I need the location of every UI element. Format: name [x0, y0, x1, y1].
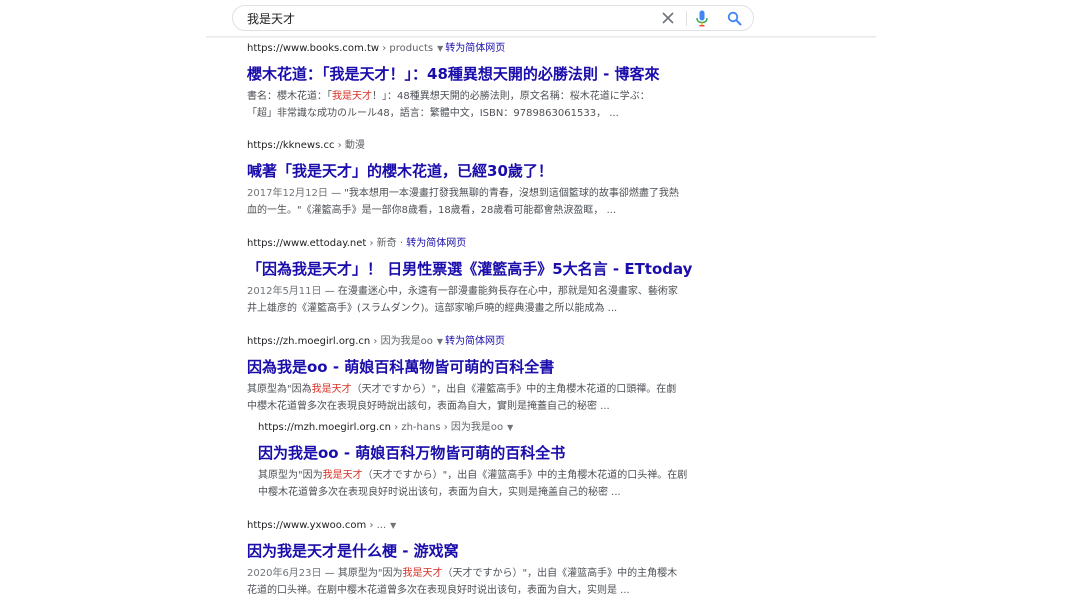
search-result: https://www.ettoday.net › 新奇 · 转为简体网页 「因… [247, 237, 717, 317]
snippet-line: 其原型为"因为我是天才（天才ですから）"，出自《灌篮高手》中的主角樱木花道的口头… [258, 467, 728, 484]
snippet-text: 其原型为"因为 [258, 470, 323, 481]
result-title-link[interactable]: 因为我是天才是什么梗 - 游戏窝 [247, 541, 717, 561]
snippet-line: 2012年5月11日 — 在漫畫迷心中，永遠有一部漫畫能夠長存在心中，那就是知名… [247, 283, 717, 300]
result-domain: https://kknews.cc [247, 140, 335, 151]
search-result-nested: https://mzh.moegirl.org.cn › zh-hans › 因… [258, 421, 728, 501]
result-snippet: 書名：櫻木花道：「我是天才！」：48種異想天開的必勝法則，原文名稱：桜木花道に学… [247, 88, 717, 122]
snippet-text: 書名：櫻木花道：「 [247, 91, 332, 102]
result-breadcrumb: › 新奇 [366, 238, 397, 249]
result-snippet: 2020年6月23日 — 其原型为"因为我是天才（天才ですから）"，出自《灌篮高… [247, 565, 717, 599]
snippet-text: 其原型為"因為 [247, 384, 312, 395]
snippet-highlight: 我是天才 [311, 384, 352, 395]
result-breadcrumb: › 因为我是oo [370, 336, 433, 347]
dropdown-triangle-icon[interactable]: ▼ [437, 44, 443, 53]
search-result: https://www.yxwoo.com › ... ▼ 因为我是天才是什么梗 … [247, 519, 717, 599]
close-icon[interactable] [661, 11, 675, 25]
result-breadcrumb: › zh-hans › 因为我是oo [390, 422, 504, 433]
result-snippet: 2017年12月12日 — "我本想用一本漫畫打發我無聊的青春，沒想到這個籃球的… [247, 185, 717, 219]
snippet-line: 血的一生。"《灌籃高手》是一部你8歲看，18歲看，28歲看可能都會熱淚盈眶， .… [247, 205, 617, 216]
header-divider [206, 36, 876, 38]
search-result: https://zh.moegirl.org.cn › 因为我是oo ▼ 转为简体网… [247, 335, 717, 415]
result-title-link[interactable]: 櫻木花道：「我是天才！」：48種異想天開的必勝法則 - 博客來 [247, 64, 717, 84]
snippet-line: 2020年6月23日 — 其原型为"因为我是天才（天才ですから）"，出自《灌篮高… [247, 565, 717, 582]
result-domain: https://www.ettoday.net [247, 238, 367, 249]
dropdown-triangle-icon[interactable]: ▼ [507, 423, 513, 432]
translate-link[interactable]: 转为简体网页 [445, 43, 505, 54]
result-url: https://www.yxwoo.com › ... ▼ [247, 519, 717, 533]
result-snippet: 其原型為"因為我是天才（天才ですから）"，出自《灌籃高手》中的主角櫻木花道的口頭… [247, 381, 717, 415]
result-domain: https://zh.moegirl.org.cn [247, 336, 371, 347]
result-breadcrumb: › 動漫 [334, 140, 365, 151]
mic-icon[interactable] [695, 10, 709, 27]
result-title-link[interactable]: 喊著「我是天才」的櫻木花道，已經30歲了！ [247, 161, 717, 181]
search-result: https://www.books.com.tw › products ▼ 转为简体… [247, 42, 717, 122]
search-header [0, 0, 1080, 37]
search-box [232, 5, 754, 31]
result-snippet: 2012年5月11日 — 在漫畫迷心中，永遠有一部漫畫能夠長存在心中，那就是知名… [247, 283, 717, 317]
dropdown-triangle-icon[interactable]: ▼ [390, 521, 396, 530]
divider [686, 11, 687, 26]
snippet-line: 井上雄彦的《灌籃高手》(スラムダンク)。這部家喻戶曉的經典漫畫之所以能成為 ..… [247, 303, 618, 314]
snippet-line: 「超」非常識な成功のルール48，語言：繁體中文，ISBN：97898630615… [247, 108, 619, 119]
snippet-text: （天才ですから）"，出自《灌篮高手》中的主角樱木花道的口头禅。在剧 [362, 470, 688, 481]
result-snippet: 其原型为"因为我是天才（天才ですから）"，出自《灌篮高手》中的主角樱木花道的口头… [258, 467, 728, 501]
result-url: https://www.ettoday.net › 新奇 · 转为简体网页 [247, 238, 467, 249]
snippet-highlight: 我是天才 [402, 568, 443, 579]
translate-link[interactable]: 转为简体网页 [445, 336, 505, 347]
result-domain: https://www.yxwoo.com [247, 520, 367, 531]
result-domain: https://mzh.moegirl.org.cn [258, 422, 391, 433]
snippet-text: — "我本想用一本漫畫打發我無聊的青春，沒想到這個籃球的故事卻燃盡了我熱 [327, 188, 679, 199]
snippet-highlight: 我是天才 [322, 470, 363, 481]
snippet-text: （天才ですから）"，出自《灌籃高手》中的主角櫻木花道的口頭禪。在劇 [351, 384, 677, 395]
search-result: https://kknews.cc › 動漫 喊著「我是天才」的櫻木花道，已經3… [247, 139, 717, 219]
search-icon[interactable] [727, 11, 742, 26]
result-date: 2020年6月23日 [247, 568, 322, 579]
result-date: 2012年5月11日 [247, 286, 322, 297]
result-url: https://www.books.com.tw › products ▼ 转为简体… [247, 42, 717, 56]
snippet-text: — 其原型为"因为 [321, 568, 403, 579]
dropdown-triangle-icon[interactable]: ▼ [437, 337, 443, 346]
search-input[interactable] [247, 9, 627, 27]
result-title-link[interactable]: 「因為我是天才」！ 日男性票選《灌籃高手》5大名言 - ETtoday [247, 259, 717, 279]
snippet-line: 書名：櫻木花道：「我是天才！」：48種異想天開的必勝法則，原文名稱：桜木花道に学… [247, 88, 717, 105]
snippet-line: 其原型為"因為我是天才（天才ですから）"，出自《灌籃高手》中的主角櫻木花道的口頭… [247, 381, 717, 398]
snippet-line: 中櫻木花道曾多次在表現良好時說出該句，表面為自大，實則是掩蓋自己的秘密 ... [247, 401, 610, 412]
result-url: https://kknews.cc › 動漫 [247, 139, 717, 153]
result-breadcrumb: › ... [366, 520, 387, 531]
snippet-line: 花道的口头禅。在剧中樱木花道曾多次在表现良好时说出该句，表面为自大，实则是 ..… [247, 585, 630, 596]
result-url: https://zh.moegirl.org.cn › 因为我是oo ▼ 转为简体网… [247, 335, 717, 349]
snippet-text: （天才ですから）"，出自《灌篮高手》中的主角樱木 [442, 568, 678, 579]
snippet-text: — 在漫畫迷心中，永遠有一部漫畫能夠長存在心中，那就是知名漫畫家、藝術家 [321, 286, 678, 297]
result-url: https://mzh.moegirl.org.cn › zh-hans › 因… [258, 421, 728, 435]
snippet-line: 2017年12月12日 — "我本想用一本漫畫打發我無聊的青春，沒想到這個籃球的… [247, 185, 717, 202]
translate-link[interactable]: 转为简体网页 [406, 238, 466, 249]
result-date: 2017年12月12日 [247, 188, 328, 199]
result-breadcrumb: › products [379, 43, 434, 54]
snippet-highlight: 我是天才 [332, 91, 372, 102]
result-domain: https://www.books.com.tw [247, 43, 380, 54]
snippet-text: ！」：48種異想天開的必勝法則，原文名稱：桜木花道に学ぶ： [372, 91, 650, 102]
result-title-link[interactable]: 因为我是oo - 萌娘百科万物皆可萌的百科全书 [258, 443, 728, 463]
snippet-line: 中樱木花道曾多次在表现良好时说出该句，表面为自大，实则是掩盖自己的秘密 ... [258, 487, 621, 498]
result-title-link[interactable]: 因為我是oo - 萌娘百科萬物皆可萌的百科全書 [247, 357, 717, 377]
